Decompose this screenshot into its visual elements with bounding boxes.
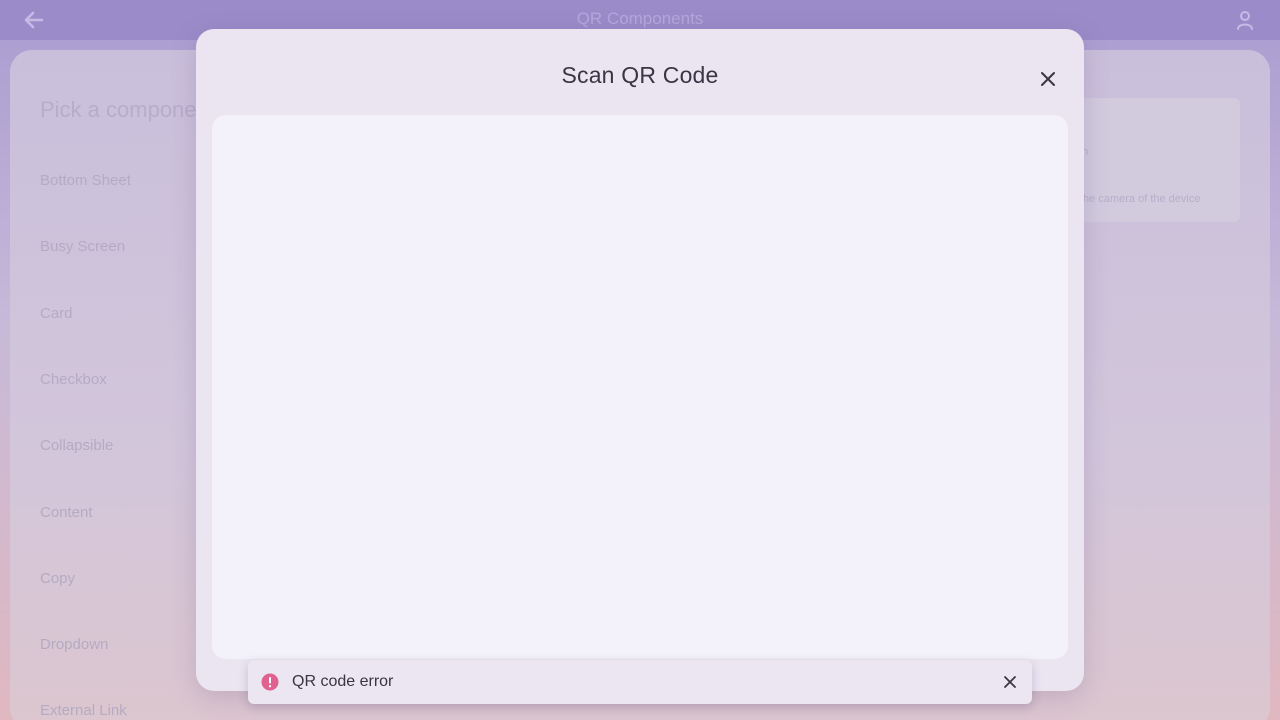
dialog-title: Scan QR Code bbox=[561, 62, 719, 88]
qr-scanner-viewport[interactable] bbox=[212, 115, 1068, 659]
scan-qr-dialog: Scan QR Code bbox=[196, 29, 1084, 691]
error-icon bbox=[261, 673, 279, 691]
close-icon[interactable] bbox=[1036, 67, 1060, 91]
toast-message: QR code error bbox=[292, 673, 394, 690]
close-icon[interactable] bbox=[1000, 672, 1020, 692]
error-toast: QR code error bbox=[248, 660, 1032, 704]
